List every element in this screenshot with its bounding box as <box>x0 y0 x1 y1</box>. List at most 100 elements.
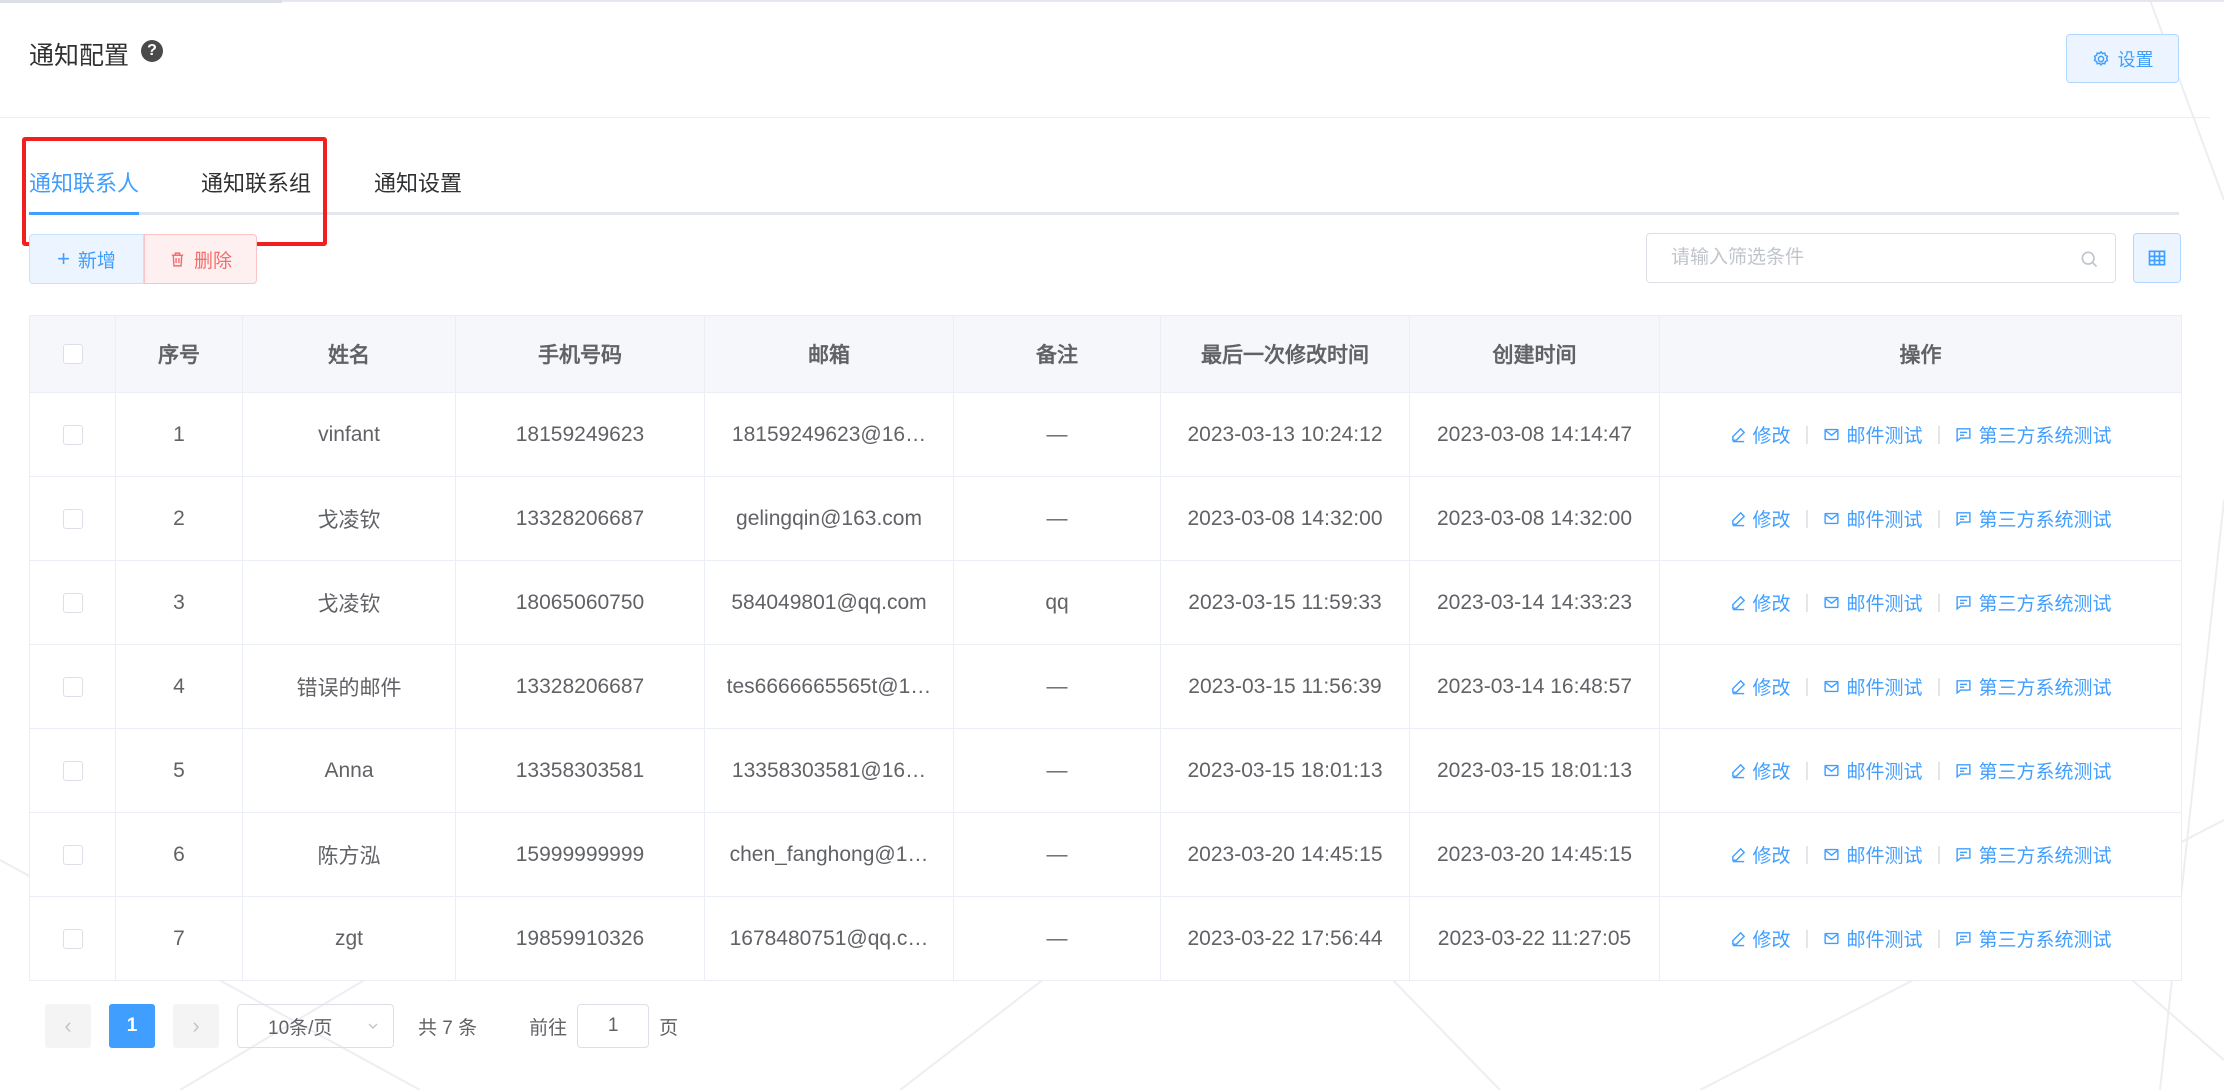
mail-test-label: 邮件测试 <box>1846 930 1923 951</box>
edit-link[interactable]: 修改 <box>1730 841 1791 868</box>
current-page-button[interactable]: 1 <box>109 1004 155 1048</box>
search-box <box>1646 233 2116 283</box>
edit-link[interactable]: 修改 <box>1730 589 1791 616</box>
action-divider: | <box>1804 843 1810 865</box>
row-checkbox[interactable] <box>62 424 83 445</box>
cell-actions: 修改 | 邮件测试 | 第三方系统测试 <box>1659 476 2182 561</box>
cell-remark: — <box>953 644 1161 729</box>
third-party-test-link[interactable]: 第三方系统测试 <box>1955 589 2111 616</box>
column-header: 操作 <box>1659 315 2182 393</box>
action-divider: | <box>1936 675 1942 697</box>
help-icon[interactable]: ? <box>141 40 163 62</box>
edit-label: 修改 <box>1752 426 1791 447</box>
action-divider: | <box>1804 423 1810 445</box>
cell-phone: 13358303581 <box>455 728 705 813</box>
row-actions: 修改 | 邮件测试 | 第三方系统测试 <box>1661 757 2181 784</box>
mail-test-label: 邮件测试 <box>1846 426 1923 447</box>
next-page-button[interactable]: › <box>173 1004 219 1048</box>
row-select-cell <box>29 392 116 477</box>
third-party-test-link[interactable]: 第三方系统测试 <box>1955 925 2111 952</box>
cell-email: gelingqin@163.com <box>704 476 954 561</box>
mail-test-label: 邮件测试 <box>1846 762 1923 783</box>
cell-actions: 修改 | 邮件测试 | 第三方系统测试 <box>1659 644 2182 729</box>
third-party-test-link[interactable]: 第三方系统测试 <box>1955 505 2111 532</box>
mail-test-label: 邮件测试 <box>1846 678 1923 699</box>
cell-index: 4 <box>115 644 243 729</box>
third-party-test-link[interactable]: 第三方系统测试 <box>1955 673 2111 700</box>
third-party-test-link[interactable]: 第三方系统测试 <box>1955 757 2111 784</box>
cell-created: 2023-03-08 14:32:00 <box>1409 476 1660 561</box>
page-size-select[interactable]: 10条/页 <box>237 1004 394 1048</box>
row-actions: 修改 | 邮件测试 | 第三方系统测试 <box>1661 925 2181 952</box>
mail-test-link[interactable]: 邮件测试 <box>1823 841 1923 868</box>
row-actions: 修改 | 邮件测试 | 第三方系统测试 <box>1661 505 2181 532</box>
third-party-test-label: 第三方系统测试 <box>1978 594 2112 615</box>
action-divider: | <box>1804 759 1810 781</box>
edit-link[interactable]: 修改 <box>1730 421 1791 448</box>
tabs: 通知联系人 通知联系组 通知设置 <box>29 150 2179 215</box>
cell-modified: 2023-03-15 11:59:33 <box>1160 560 1410 645</box>
third-party-test-label: 第三方系统测试 <box>1978 846 2112 867</box>
row-checkbox[interactable] <box>62 844 83 865</box>
select-all-checkbox[interactable] <box>62 344 83 365</box>
table-row: 7 zgt 19859910326 1678480751@qq.c… — 202… <box>29 896 2182 981</box>
column-header: 序号 <box>115 315 243 393</box>
toolbar: + 新增 删除 <box>29 234 257 284</box>
mail-test-link[interactable]: 邮件测试 <box>1823 589 1923 616</box>
cell-name: 戈凌钦 <box>242 560 456 645</box>
edit-link[interactable]: 修改 <box>1730 673 1791 700</box>
row-actions: 修改 | 邮件测试 | 第三方系统测试 <box>1661 421 2181 448</box>
edit-link[interactable]: 修改 <box>1730 925 1791 952</box>
row-checkbox[interactable] <box>62 760 83 781</box>
action-divider: | <box>1936 843 1942 865</box>
row-checkbox[interactable] <box>62 592 83 613</box>
delete-button[interactable]: 删除 <box>144 234 257 284</box>
table-body: 1 vinfant 18159249623 18159249623@16… — … <box>29 392 2182 981</box>
mail-test-link[interactable]: 邮件测试 <box>1823 757 1923 784</box>
column-header: 手机号码 <box>455 315 705 393</box>
cell-created: 2023-03-08 14:14:47 <box>1409 392 1660 477</box>
row-checkbox[interactable] <box>62 928 83 949</box>
cell-remark: — <box>953 728 1161 813</box>
search-input[interactable] <box>1647 234 2067 282</box>
row-checkbox[interactable] <box>62 676 83 697</box>
goto-page-input[interactable]: 1 <box>577 1004 650 1048</box>
tab-notify-settings[interactable]: 通知设置 <box>374 166 462 198</box>
edit-label: 修改 <box>1752 594 1791 615</box>
table-row: 3 戈凌钦 18065060750 584049801@qq.com qq 20… <box>29 560 2182 645</box>
column-settings-button[interactable] <box>2133 233 2181 283</box>
cell-created: 2023-03-22 11:27:05 <box>1409 896 1660 981</box>
edit-link[interactable]: 修改 <box>1730 505 1791 532</box>
mail-test-link[interactable]: 邮件测试 <box>1823 421 1923 448</box>
mail-test-link[interactable]: 邮件测试 <box>1823 673 1923 700</box>
pencil-icon <box>1731 847 1745 863</box>
goto-label: 前往 <box>529 1017 568 1039</box>
add-button[interactable]: + 新增 <box>29 234 144 284</box>
column-header: 最后一次修改时间 <box>1160 315 1410 393</box>
third-party-test-label: 第三方系统测试 <box>1978 510 2112 531</box>
cell-index: 5 <box>115 728 243 813</box>
prev-page-button[interactable]: ‹ <box>45 1004 91 1048</box>
search-icon[interactable] <box>2079 249 2099 269</box>
mail-test-link[interactable]: 邮件测试 <box>1823 925 1923 952</box>
row-actions: 修改 | 邮件测试 | 第三方系统测试 <box>1661 841 2181 868</box>
cell-phone: 18065060750 <box>455 560 705 645</box>
mail-test-link[interactable]: 邮件测试 <box>1823 505 1923 532</box>
third-party-test-label: 第三方系统测试 <box>1978 426 2112 447</box>
column-header: 姓名 <box>242 315 456 393</box>
settings-button[interactable]: 设置 <box>2066 34 2179 83</box>
row-checkbox[interactable] <box>62 508 83 529</box>
third-party-test-label: 第三方系统测试 <box>1978 762 2112 783</box>
edit-link[interactable]: 修改 <box>1730 757 1791 784</box>
mail-icon <box>1824 428 1840 441</box>
mail-icon <box>1824 596 1840 609</box>
cell-remark: qq <box>953 560 1161 645</box>
page-size-value: 10条/页 <box>268 1017 333 1039</box>
third-party-test-link[interactable]: 第三方系统测试 <box>1955 841 2111 868</box>
edit-label: 修改 <box>1752 930 1791 951</box>
row-actions: 修改 | 邮件测试 | 第三方系统测试 <box>1661 673 2181 700</box>
chevron-down-icon <box>368 1023 378 1029</box>
action-divider: | <box>1936 759 1942 781</box>
third-party-test-link[interactable]: 第三方系统测试 <box>1955 421 2111 448</box>
edit-label: 修改 <box>1752 762 1791 783</box>
